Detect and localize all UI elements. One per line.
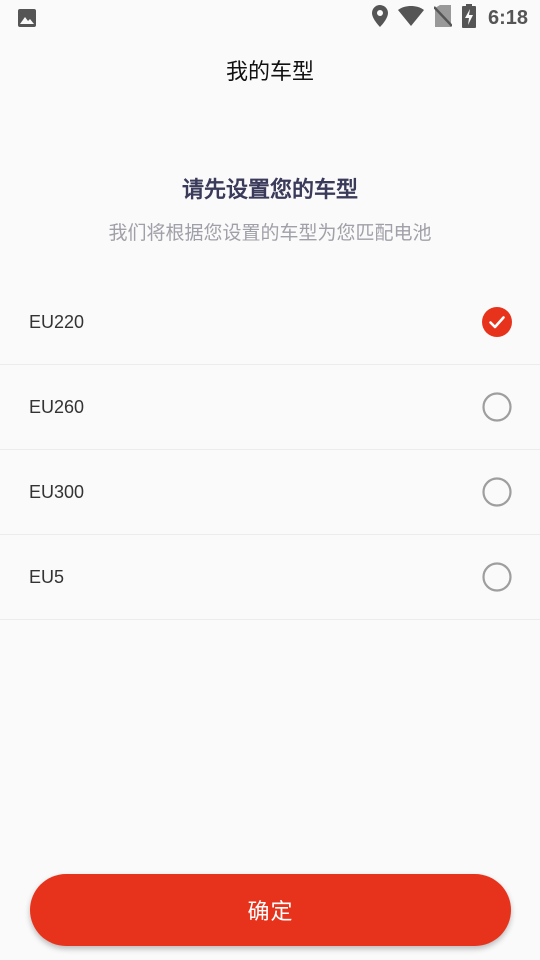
model-option-eu300[interactable]: EU300 <box>0 450 540 535</box>
intro-heading: 请先设置您的车型 <box>181 178 358 203</box>
battery-charging-icon <box>461 4 476 32</box>
no-sim-icon <box>433 5 453 31</box>
intro-section: 请先设置您的车型 我们将根据您设置的车型为您匹配电池 <box>0 168 540 248</box>
intro-subtitle: 我们将根据您设置的车型为您匹配电池 <box>108 222 432 244</box>
model-option-eu260[interactable]: EU260 <box>0 365 540 450</box>
radio-checked-icon[interactable] <box>482 307 512 337</box>
model-label: EU300 <box>29 482 85 502</box>
model-option-eu220[interactable]: EU220 <box>0 280 540 365</box>
screen: 6:18 我的车型 请先设置您的车型 我们将根据您设置的车型为您匹配电池 EU2… <box>0 0 540 960</box>
model-option-eu5[interactable]: EU5 <box>0 535 540 620</box>
app-header: 我的车型 <box>0 36 540 104</box>
wifi-icon <box>397 6 424 30</box>
status-bar: 6:18 <box>0 0 540 36</box>
page-title: 我的车型 <box>225 60 314 85</box>
radio-unchecked-icon[interactable] <box>482 562 512 592</box>
location-icon <box>371 5 388 31</box>
confirm-button[interactable]: 确定 <box>30 874 511 946</box>
model-label: EU260 <box>29 397 85 417</box>
status-icons: 6:18 <box>371 4 528 32</box>
model-list: EU220 EU260 EU300 EU5 <box>0 280 540 620</box>
image-icon <box>17 8 37 28</box>
model-label: EU5 <box>29 567 65 587</box>
radio-unchecked-icon[interactable] <box>482 392 512 422</box>
confirm-button-label: 确定 <box>247 900 294 925</box>
status-time: 6:18 <box>487 6 528 29</box>
model-label: EU220 <box>29 312 85 332</box>
radio-unchecked-icon[interactable] <box>482 477 512 507</box>
